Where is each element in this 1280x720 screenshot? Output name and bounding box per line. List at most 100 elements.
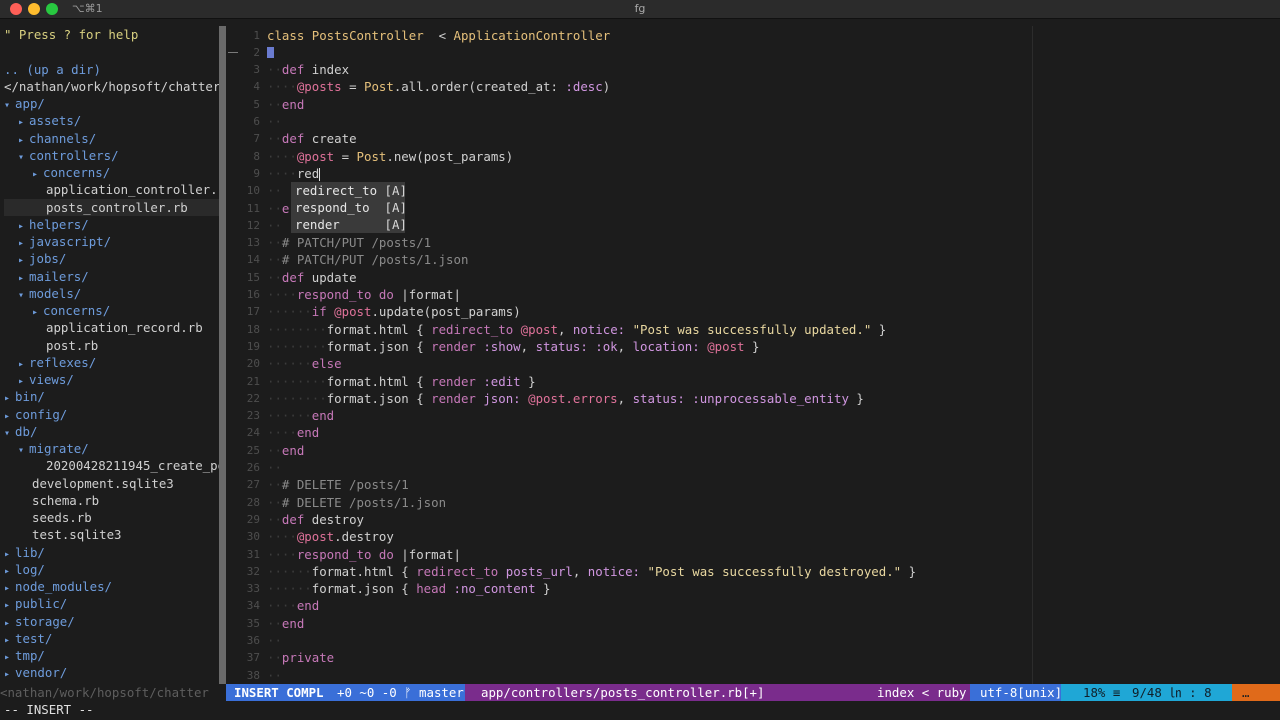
collapsed-arrow-icon[interactable]: ▸	[4, 393, 10, 404]
tree-dir-item[interactable]: ▸ concerns/	[4, 164, 219, 181]
code-line[interactable]: 18 ········format.html { redirect_to @pos…	[226, 321, 1280, 338]
code-line[interactable]: 22 ········format.json { render json: @po…	[226, 390, 1280, 407]
collapsed-arrow-icon[interactable]: ▸	[18, 117, 24, 128]
code-line[interactable]: 24 ····end	[226, 424, 1280, 441]
collapsed-arrow-icon[interactable]: ▸	[4, 635, 10, 646]
collapsed-arrow-icon[interactable]: ▸	[4, 566, 10, 577]
code-line[interactable]: 23 ······end	[226, 407, 1280, 424]
code-line[interactable]: 34 ····end	[226, 597, 1280, 614]
collapsed-arrow-icon[interactable]: ▸	[4, 549, 10, 560]
code-line[interactable]: 15 ··def update	[226, 269, 1280, 286]
completion-item[interactable]: render [A]	[291, 216, 407, 233]
tree-file-item[interactable]: 20200428211945_create_posts.rb	[4, 457, 219, 474]
collapsed-arrow-icon[interactable]: ▸	[18, 255, 24, 266]
completion-popup[interactable]: redirect_to [A] respond_to [A] render [A]	[291, 182, 407, 233]
code-line[interactable]: 33 ······format.json { head :no_content }	[226, 580, 1280, 597]
code-line[interactable]: 25 ··end	[226, 442, 1280, 459]
collapsed-arrow-icon[interactable]: ▸	[18, 273, 24, 284]
tree-dir-item[interactable]: ▸ storage/	[4, 613, 219, 630]
code-line[interactable]: 3 ··def index	[226, 61, 1280, 78]
tree-dir-item[interactable]: ▾ app/	[4, 95, 219, 112]
code-line[interactable]: 9 ····red	[226, 165, 1280, 182]
code-editor[interactable]: 1 class PostsController < ApplicationCont…	[226, 26, 1280, 684]
tree-dir-item[interactable]: ▸ channels/	[4, 130, 219, 147]
expanded-arrow-icon[interactable]: ▾	[4, 100, 10, 111]
code-line[interactable]: 35 ··end	[226, 615, 1280, 632]
tree-up-dir[interactable]: .. (up a dir)	[4, 61, 219, 78]
collapsed-arrow-icon[interactable]: ▸	[4, 669, 10, 680]
expanded-arrow-icon[interactable]: ▾	[18, 152, 24, 163]
code-line[interactable]: 36 ··	[226, 632, 1280, 649]
code-line[interactable]: 14 ··# PATCH/PUT /posts/1.json	[226, 251, 1280, 268]
tree-dir-item[interactable]: ▸ lib/	[4, 544, 219, 561]
tree-dir-item[interactable]: ▸ test/	[4, 630, 219, 647]
tree-root-path[interactable]: </nathan/work/hopsoft/chatter/	[4, 78, 219, 95]
code-line[interactable]: 1 class PostsController < ApplicationCont…	[226, 27, 1280, 44]
tree-dir-item[interactable]: ▾ models/	[4, 285, 219, 302]
tree-dir-item[interactable]: ▸ reflexes/	[4, 354, 219, 371]
code-line[interactable]: 13 ··# PATCH/PUT /posts/1	[226, 234, 1280, 251]
completion-item[interactable]: respond_to [A]	[291, 199, 407, 216]
code-line[interactable]: 5 ··end	[226, 96, 1280, 113]
expanded-arrow-icon[interactable]: ▾	[4, 428, 10, 439]
code-line[interactable]: 16 ····respond_to do |format|	[226, 286, 1280, 303]
code-line[interactable]: 29 ··def destroy	[226, 511, 1280, 528]
code-line[interactable]: 8 ····@post = Post.new(post_params)	[226, 148, 1280, 165]
tree-file-item[interactable]: test.sqlite3	[4, 526, 219, 543]
tree-file-item[interactable]: schema.rb	[4, 492, 219, 509]
code-line[interactable]: 20 ······else	[226, 355, 1280, 372]
code-line[interactable]: 37 ··private	[226, 649, 1280, 666]
tree-dir-item[interactable]: ▸ config/	[4, 406, 219, 423]
code-line[interactable]: 4 ····@posts = Post.all.order(created_at:…	[226, 78, 1280, 95]
code-line[interactable]: 2	[226, 44, 1280, 61]
tree-dir-item[interactable]: ▸ vendor/	[4, 664, 219, 681]
tree-dir-item[interactable]: ▸ javascript/	[4, 233, 219, 250]
tree-dir-item[interactable]: ▸ bin/	[4, 388, 219, 405]
collapsed-arrow-icon[interactable]: ▸	[32, 169, 38, 180]
expanded-arrow-icon[interactable]: ▾	[18, 290, 24, 301]
tree-file-item[interactable]: seeds.rb	[4, 509, 219, 526]
collapsed-arrow-icon[interactable]: ▸	[4, 618, 10, 629]
tree-file-item[interactable]: development.sqlite3	[4, 475, 219, 492]
completion-item[interactable]: redirect_to [A]	[291, 182, 407, 199]
collapsed-arrow-icon[interactable]: ▸	[18, 359, 24, 370]
tree-dir-item[interactable]: ▾ controllers/	[4, 147, 219, 164]
collapsed-arrow-icon[interactable]: ▸	[18, 135, 24, 146]
tree-dir-item[interactable]: ▸ mailers/	[4, 268, 219, 285]
code-line[interactable]: 27 ··# DELETE /posts/1	[226, 476, 1280, 493]
tree-dir-item[interactable]: ▾ migrate/	[4, 440, 219, 457]
tree-dir-item[interactable]: ▸ public/	[4, 595, 219, 612]
tree-dir-item[interactable]: ▸ jobs/	[4, 250, 219, 267]
code-line[interactable]: 31 ····respond_to do |format|	[226, 546, 1280, 563]
collapsed-arrow-icon[interactable]: ▸	[4, 652, 10, 663]
collapsed-arrow-icon[interactable]: ▸	[4, 583, 10, 594]
collapsed-arrow-icon[interactable]: ▸	[4, 600, 10, 611]
tree-dir-item[interactable]: ▸ helpers/	[4, 216, 219, 233]
code-line[interactable]: 32 ······format.html { redirect_to posts_…	[226, 563, 1280, 580]
collapsed-arrow-icon[interactable]: ▸	[18, 238, 24, 249]
tree-dir-item[interactable]: ▸ views/	[4, 371, 219, 388]
collapsed-arrow-icon[interactable]: ▸	[32, 307, 38, 318]
code-line[interactable]: 6 ··	[226, 113, 1280, 130]
tree-file-item[interactable]: application_controller.rb	[4, 181, 219, 198]
tree-dir-item[interactable]: ▸ tmp/	[4, 647, 219, 664]
tree-dir-item[interactable]: ▸ concerns/	[4, 302, 219, 319]
window-split-divider[interactable]	[219, 26, 226, 684]
tree-file-item[interactable]: post.rb	[4, 337, 219, 354]
tree-dir-item[interactable]: ▸ assets/	[4, 112, 219, 129]
collapsed-arrow-icon[interactable]: ▸	[4, 411, 10, 422]
expanded-arrow-icon[interactable]: ▾	[18, 445, 24, 456]
code-line[interactable]: 38 ··	[226, 667, 1280, 684]
code-line[interactable]: 30 ····@post.destroy	[226, 528, 1280, 545]
collapsed-arrow-icon[interactable]: ▸	[18, 376, 24, 387]
code-line[interactable]: 28 ··# DELETE /posts/1.json	[226, 494, 1280, 511]
code-line[interactable]: 26 ··	[226, 459, 1280, 476]
tree-file-item[interactable]: application_record.rb	[4, 319, 219, 336]
collapsed-arrow-icon[interactable]: ▸	[18, 221, 24, 232]
code-line[interactable]: 19 ········format.json { render :show, st…	[226, 338, 1280, 355]
code-line[interactable]: 17 ······if @post.update(post_params)	[226, 303, 1280, 320]
code-line[interactable]: 21 ········format.html { render :edit }	[226, 373, 1280, 390]
tree-dir-item[interactable]: ▾ db/	[4, 423, 219, 440]
tree-dir-item[interactable]: ▸ node_modules/	[4, 578, 219, 595]
code-line[interactable]: 7 ··def create	[226, 130, 1280, 147]
